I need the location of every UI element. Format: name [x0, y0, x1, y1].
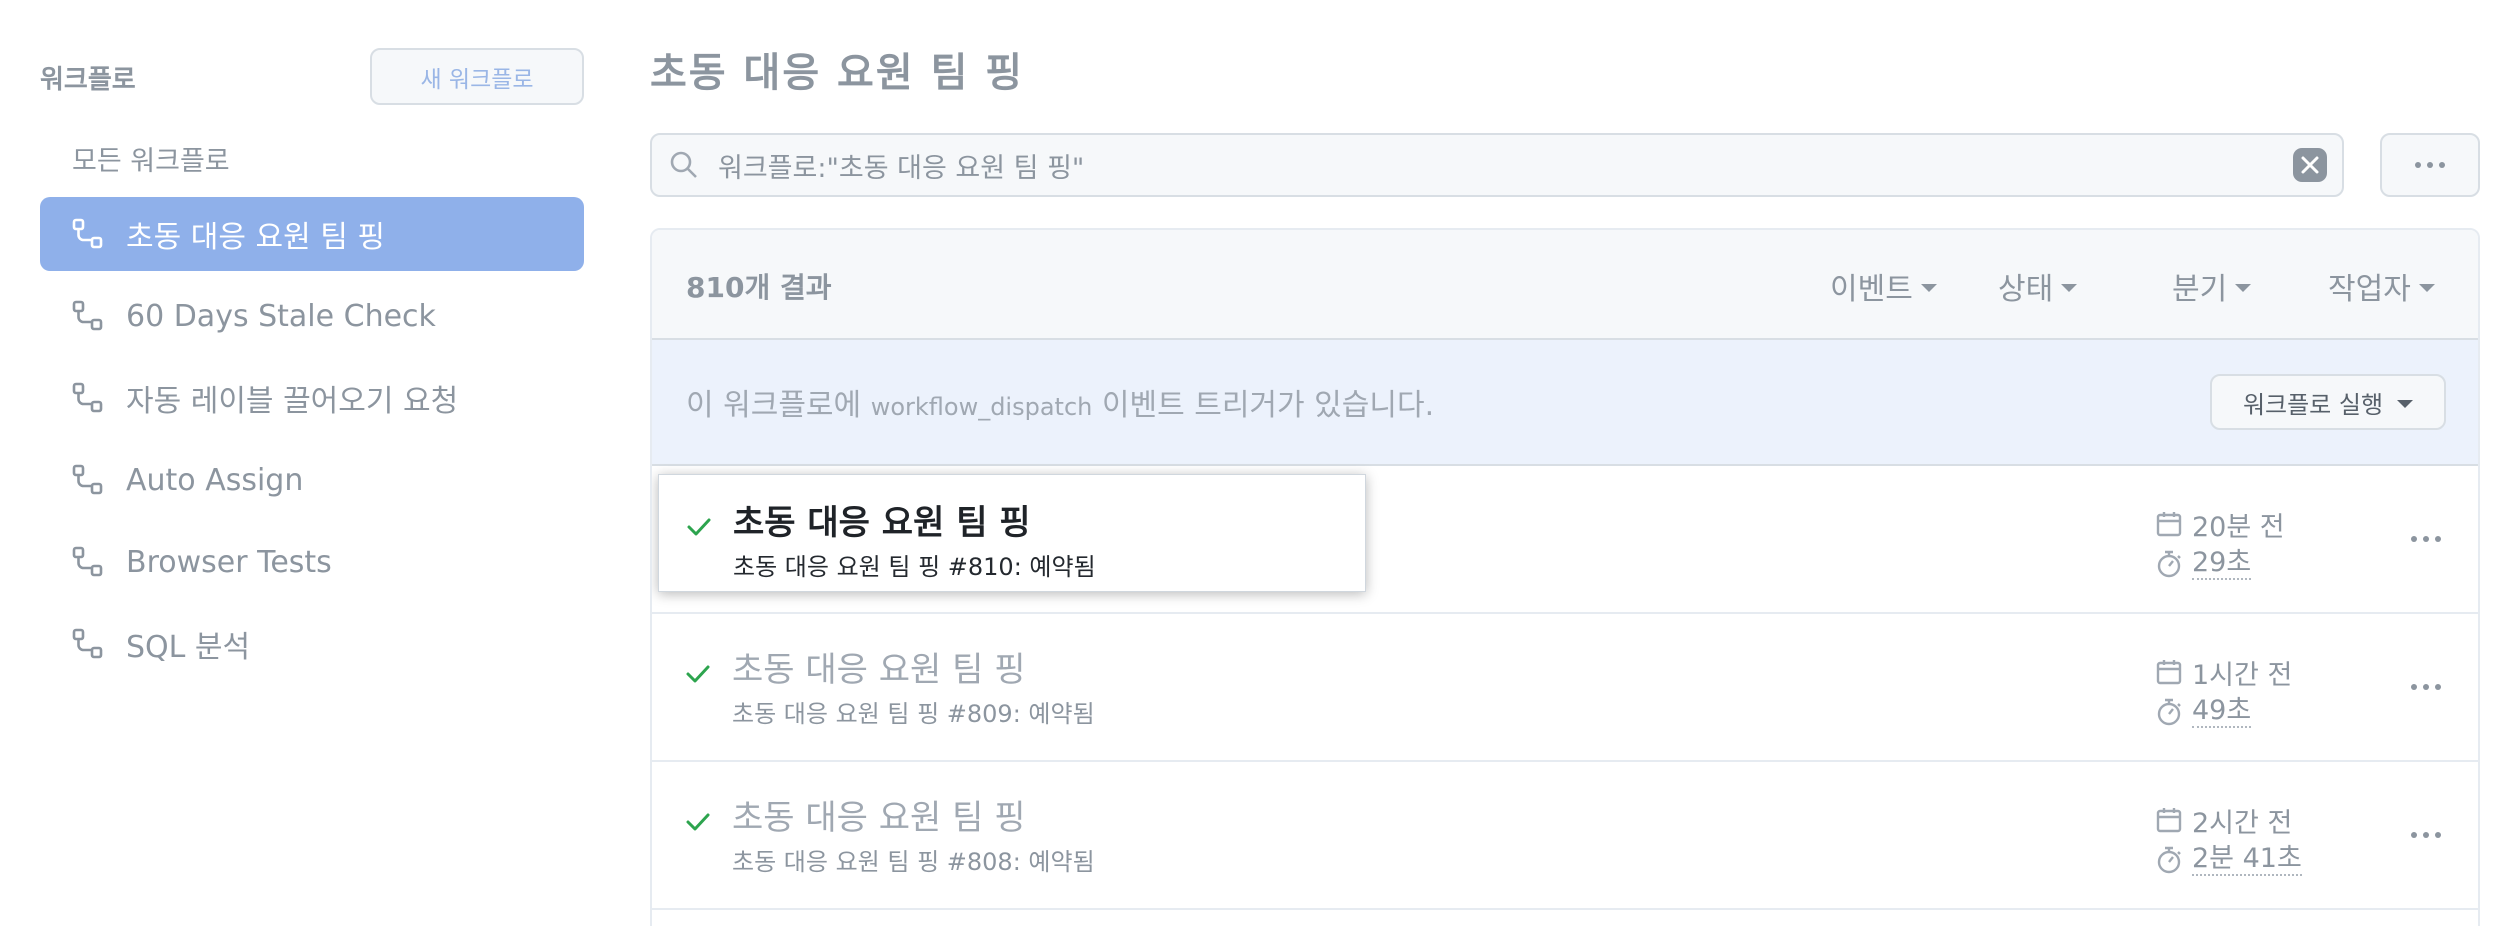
sidebar-item-first-responder-ping[interactable]: 초동 대응 요원 팀 핑: [40, 197, 584, 271]
run-time-text: 20분 전: [2192, 511, 2285, 543]
sidebar-item-label: 60 Days Stale Check: [126, 298, 436, 334]
more-options-button[interactable]: [2380, 133, 2480, 197]
filter-branch-dropdown[interactable]: 분기: [2172, 264, 2252, 308]
run-time-text: 1시간 전: [2192, 659, 2293, 691]
filter-label: 이벤트: [1830, 272, 1913, 307]
run-duration-text: 49초: [2192, 695, 2252, 728]
caret-down-icon: [2397, 400, 2414, 408]
workflow-icon: [70, 626, 106, 662]
page-title: 초동 대응 요원 팀 핑: [650, 50, 1025, 96]
run-more-button[interactable]: [2404, 672, 2448, 702]
sidebar-item-label: Auto Assign: [126, 462, 304, 498]
workflow-icon: [70, 544, 106, 580]
filter-status-dropdown[interactable]: 상태: [1998, 264, 2078, 308]
dispatch-suffix: 이벤트 트리거가 있습니다.: [1092, 388, 1435, 423]
calendar-icon: [2156, 512, 2182, 537]
clear-icon[interactable]: [2292, 147, 2328, 183]
caret-down-icon: [2418, 284, 2435, 292]
calendar-icon: [2156, 808, 2182, 833]
workflow-icon: [70, 380, 106, 416]
run-row[interactable]: 초동 대응 요원 팀 핑 초동 대응 요원 팀 핑 #808: 예약됨 2시간 …: [652, 762, 2478, 910]
run-meta: 2시간 전 2분 41초: [2154, 800, 2302, 880]
workflow-icon: [70, 298, 106, 334]
run-meta: 20분 전 29초: [2154, 504, 2285, 584]
sidebar-item-auto-assign[interactable]: Auto Assign: [40, 443, 584, 517]
stopwatch-icon: [2157, 550, 2181, 578]
sidebar-header: 워크플로 새 워크플로: [40, 45, 584, 105]
sidebar-title: 워크플로: [40, 65, 136, 95]
dispatch-code: workflow_dispatch: [870, 393, 1093, 421]
check-icon: [684, 660, 712, 688]
caret-down-icon: [2235, 284, 2252, 292]
filter-actor-dropdown[interactable]: 작업자: [2328, 264, 2435, 308]
all-workflows-link[interactable]: 모든 워크플로: [40, 127, 584, 189]
run-name[interactable]: 초동 대응 요원 팀 핑: [732, 642, 1025, 691]
dispatch-banner: 이 워크플로에 workflow_dispatch 이벤트 트리거가 있습니다.…: [652, 340, 2478, 466]
run-duration: 49초: [2154, 692, 2292, 732]
new-workflow-button[interactable]: 새 워크플로: [370, 48, 584, 105]
sidebar-item-label: Browser Tests: [126, 544, 332, 580]
sidebar-item-label: 자동 레이블 끌어오기 요청: [126, 384, 459, 419]
check-icon: [685, 513, 713, 541]
kebab-icon: [2411, 832, 2441, 838]
results-header: 810개 결과 이벤트 상태 분기 작업자: [652, 230, 2478, 340]
caret-down-icon: [1920, 284, 1937, 292]
run-time: 2시간 전: [2154, 800, 2302, 840]
kebab-icon: [2411, 684, 2441, 690]
run-subtitle: 초동 대응 요원 팀 핑 #808: 예약됨: [732, 848, 1095, 876]
kebab-icon: [2411, 536, 2441, 542]
run-subtitle: 초동 대응 요원 팀 핑 #809: 예약됨: [732, 700, 1095, 728]
kebab-icon: [2415, 162, 2445, 168]
run-title-tooltip: 초동 대응 요원 팀 핑 초동 대응 요원 팀 핑 #810: 예약됨: [658, 474, 1366, 592]
run-title: 초동 대응 요원 팀 핑 초동 대응 요원 팀 핑 #809: 예약됨: [658, 622, 1366, 740]
workflow-icon: [70, 462, 106, 498]
sidebar-item-stale-check[interactable]: 60 Days Stale Check: [40, 279, 584, 353]
run-duration: 2분 41초: [2154, 840, 2302, 880]
caret-down-icon: [2061, 284, 2078, 292]
run-workflow-label: 워크플로 실행: [2242, 390, 2384, 419]
sidebar-item-label: SQL 분석: [126, 630, 251, 665]
run-subtitle: 초동 대응 요원 팀 핑 #810: 예약됨: [733, 553, 1096, 581]
run-duration-text: 29초: [2192, 547, 2252, 580]
run-meta: 1시간 전 49초: [2154, 652, 2292, 732]
stopwatch-icon: [2157, 698, 2181, 726]
run-more-button[interactable]: [2404, 820, 2448, 850]
run-time: 20분 전: [2154, 504, 2285, 544]
run-name[interactable]: 초동 대응 요원 팀 핑: [733, 495, 1031, 544]
sidebar-item-label: 초동 대응 요원 팀 핑: [126, 220, 385, 255]
workflow-icon: [70, 216, 106, 252]
run-duration-text: 2분 41초: [2192, 843, 2302, 876]
filter-label: 상태: [1998, 272, 2054, 307]
sidebar-item-browser-tests[interactable]: Browser Tests: [40, 525, 584, 599]
dispatch-text: 이 워크플로에 workflow_dispatch 이벤트 트리거가 있습니다.: [686, 380, 1434, 424]
run-name[interactable]: 초동 대응 요원 팀 핑: [732, 790, 1025, 839]
run-workflow-button[interactable]: 워크플로 실행: [2210, 374, 2446, 430]
sidebar-item-auto-label[interactable]: 자동 레이블 끌어오기 요청: [40, 361, 584, 435]
filter-event-dropdown[interactable]: 이벤트: [1830, 264, 1937, 308]
results-panel: 810개 결과 이벤트 상태 분기 작업자 이 워크플로에 workflow_d…: [650, 228, 2480, 926]
search-input[interactable]: [718, 149, 2292, 181]
stopwatch-icon: [2157, 846, 2181, 874]
search-icon: [668, 149, 700, 181]
run-duration: 29초: [2154, 544, 2285, 584]
results-count: 810개 결과: [686, 271, 832, 304]
sidebar: 워크플로 새 워크플로 모든 워크플로 초동 대응 요원 팀 핑 60 Days…: [40, 45, 584, 681]
run-title: 초동 대응 요원 팀 핑 초동 대응 요원 팀 핑 #808: 예약됨: [658, 770, 1366, 888]
search-bar: [650, 133, 2344, 197]
run-time-text: 2시간 전: [2192, 807, 2293, 839]
run-more-button[interactable]: [2404, 524, 2448, 554]
check-icon: [684, 808, 712, 836]
run-row[interactable]: 초동 대응 요원 팀 핑 초동 대응 요원 팀 핑 #809: 예약됨 1시간 …: [652, 614, 2478, 762]
calendar-icon: [2156, 660, 2182, 685]
filter-label: 작업자: [2328, 272, 2411, 307]
run-time: 1시간 전: [2154, 652, 2292, 692]
run-row[interactable]: 초동 대응 요원 팀 핑 초동 대응 요원 팀 핑 #810: 예약됨 20분 …: [652, 466, 2478, 614]
sidebar-item-sql-analysis[interactable]: SQL 분석: [40, 607, 584, 681]
dispatch-prefix: 이 워크플로에: [686, 388, 871, 423]
filter-label: 분기: [2172, 272, 2228, 307]
